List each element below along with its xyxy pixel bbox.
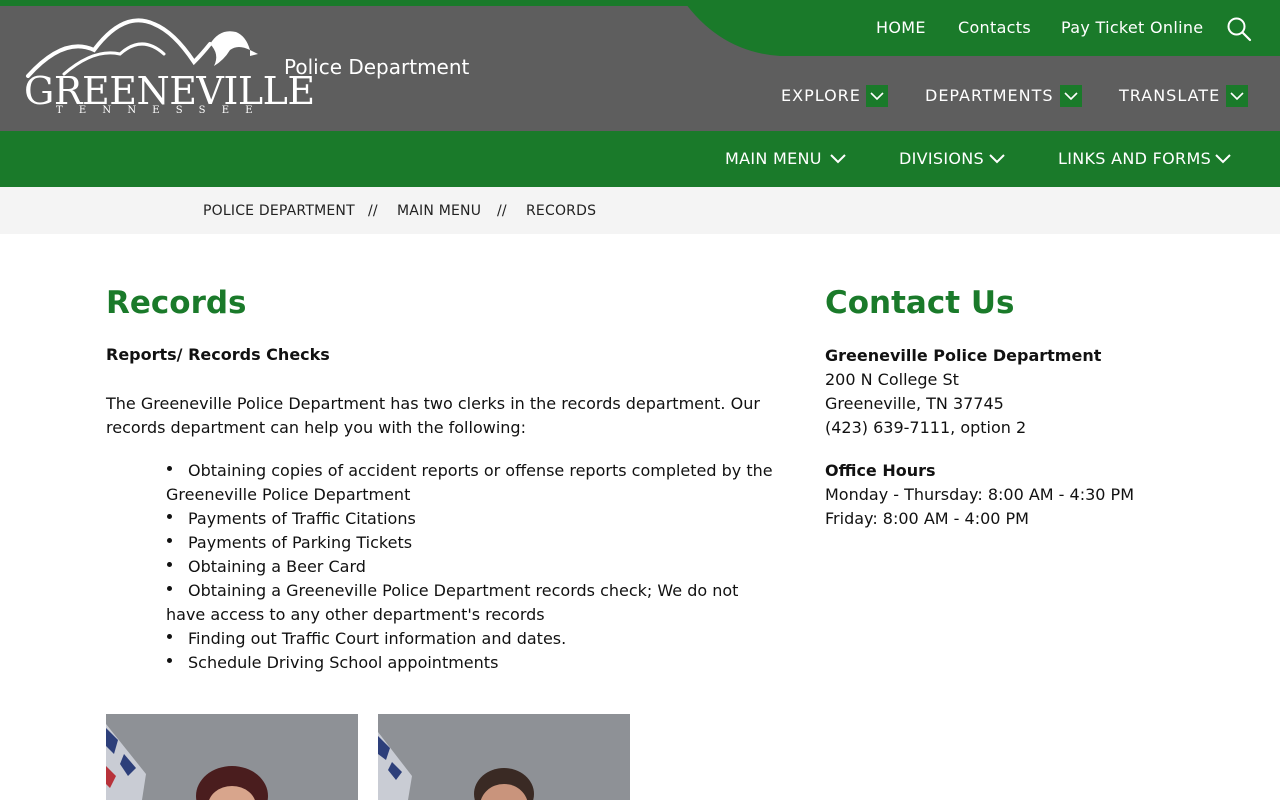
nav-explore[interactable]: EXPLORE (781, 85, 861, 109)
chevron-down-icon[interactable] (830, 153, 846, 165)
breadcrumb-separator: // (368, 203, 378, 219)
search-icon[interactable] (1226, 16, 1252, 42)
top-nav-pay-ticket[interactable]: Pay Ticket Online (1061, 17, 1203, 41)
section-subtitle: Reports/ Records Checks (106, 345, 330, 364)
logo-subtext: TENNESSEE (56, 105, 269, 116)
clerk-photo (106, 714, 358, 800)
office-hours-title: Office Hours (825, 461, 936, 480)
nav-divisions[interactable]: DIVISIONS (899, 148, 984, 170)
nav-main-menu[interactable]: MAIN MENU (725, 148, 822, 170)
records-services-list: Obtaining copies of accident reports or … (166, 459, 776, 675)
breadcrumb-records: RECORDS (526, 203, 597, 219)
clerk-photo (378, 714, 630, 800)
list-item: Obtaining a Greeneville Police Departmen… (166, 581, 739, 624)
breadcrumb (0, 187, 1280, 234)
site-header: GREENEVILLE TENNESSEE Police Department … (0, 0, 1280, 131)
breadcrumb-police-department[interactable]: POLICE DEPARTMENT (203, 202, 355, 220)
contact-org: Greeneville Police Department (825, 346, 1102, 365)
chevron-down-icon[interactable] (1226, 85, 1248, 107)
contact-title: Contact Us (825, 285, 1015, 321)
top-nav-home[interactable]: HOME (876, 17, 926, 41)
contact-address-1: 200 N College St (825, 370, 959, 389)
list-item: Obtaining copies of accident reports or … (166, 461, 773, 504)
list-item: Obtaining a Beer Card (167, 557, 366, 576)
top-nav-contacts[interactable]: Contacts (958, 17, 1031, 41)
chevron-down-icon[interactable] (1060, 85, 1082, 107)
intro-paragraph: The Greeneville Police Department has tw… (106, 394, 760, 437)
office-hours-weekdays: Monday - Thursday: 8:00 AM - 4:30 PM (825, 485, 1134, 504)
site-name[interactable]: Police Department (284, 55, 469, 79)
page-title: Records (106, 285, 247, 321)
chevron-down-icon[interactable] (866, 85, 888, 107)
office-hours-friday: Friday: 8:00 AM - 4:00 PM (825, 509, 1029, 528)
breadcrumb-main-menu[interactable]: MAIN MENU (397, 202, 481, 220)
greeneville-logo[interactable]: GREENEVILLE TENNESSEE (24, 14, 315, 118)
chevron-down-icon[interactable] (989, 153, 1005, 165)
nav-links-and-forms[interactable]: LINKS AND FORMS (1058, 148, 1211, 170)
contact-phone[interactable]: (423) 639-7111, option 2 (825, 416, 1026, 440)
breadcrumb-separator: // (497, 203, 507, 219)
nav-departments[interactable]: DEPARTMENTS (925, 85, 1054, 109)
list-item: Schedule Driving School appointments (167, 653, 499, 672)
list-item: Payments of Traffic Citations (167, 509, 416, 528)
contact-address-2: Greeneville, TN 37745 (825, 394, 1004, 413)
list-item: Payments of Parking Tickets (167, 533, 413, 552)
nav-translate[interactable]: TRANSLATE (1119, 85, 1220, 109)
list-item: Finding out Traffic Court information an… (167, 629, 567, 648)
chevron-down-icon[interactable] (1215, 153, 1231, 165)
